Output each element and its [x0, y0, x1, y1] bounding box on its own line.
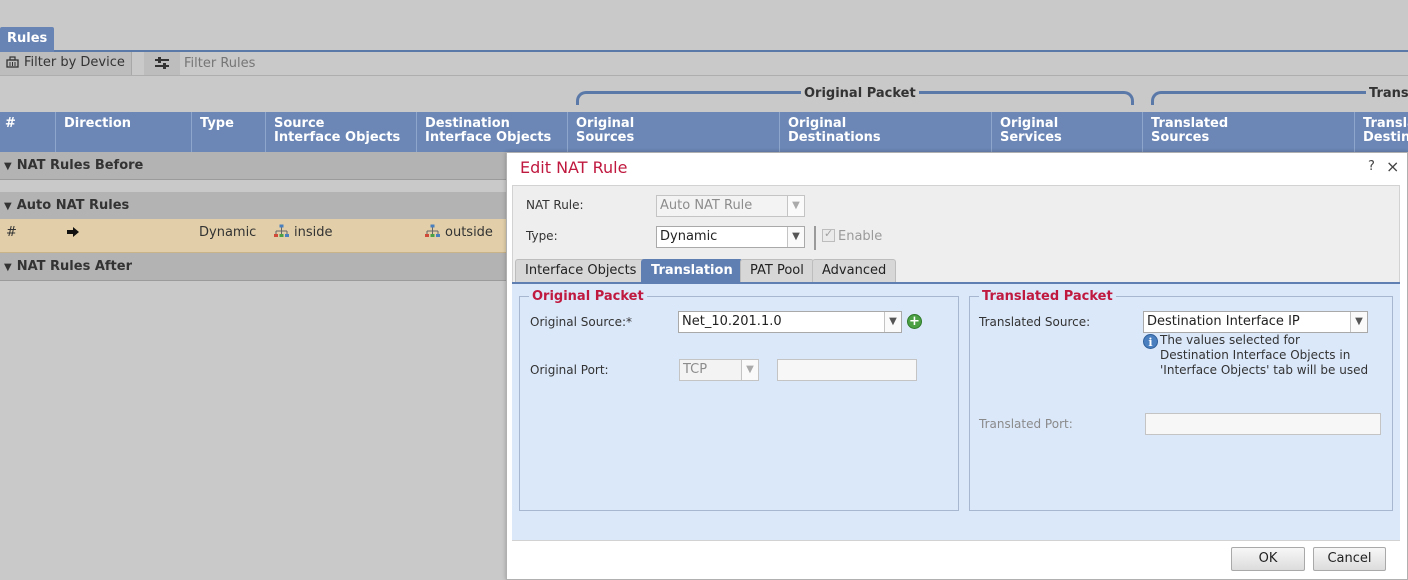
dialog-title: Edit NAT Rule	[520, 158, 628, 177]
enable-label: Enable	[838, 229, 883, 244]
network-object-icon	[274, 224, 289, 237]
caret-down-icon: ▼	[4, 201, 12, 212]
row-destination-interface: outside	[425, 219, 493, 253]
chevron-down-icon: ▼	[741, 360, 758, 380]
row-destination-interface-label: outside	[445, 225, 493, 240]
chevron-down-icon: ▼	[1350, 312, 1367, 332]
device-icon	[6, 56, 19, 68]
nat-rule-select: Auto NAT Rule ▼	[656, 195, 805, 217]
translated-port-input	[1145, 413, 1381, 435]
filter-by-device-label: Filter by Device	[24, 55, 125, 70]
column-header-number[interactable]: #	[0, 112, 56, 152]
nat-rule-label: NAT Rule:	[526, 198, 584, 212]
type-select[interactable]: Dynamic ▼	[656, 226, 805, 248]
column-header-original-sources[interactable]: Original Sources	[568, 112, 780, 152]
row-source-interface-label: inside	[294, 225, 333, 240]
original-port-input	[777, 359, 917, 381]
filter-by-device-button[interactable]: Filter by Device	[0, 52, 132, 75]
tab-pat-pool[interactable]: PAT Pool	[740, 259, 814, 283]
section-label: Auto NAT Rules	[16, 198, 130, 213]
chevron-down-icon: ▼	[787, 227, 804, 247]
original-port-label: Original Port:	[530, 363, 609, 377]
original-source-value: Net_10.201.1.0	[682, 314, 782, 329]
help-icon[interactable]: ?	[1368, 159, 1375, 174]
section-label: NAT Rules After	[16, 259, 132, 274]
filter-options-button[interactable]	[144, 52, 180, 75]
chevron-down-icon: ▼	[787, 196, 804, 216]
separator	[814, 226, 816, 250]
nat-rule-value: Auto NAT Rule	[660, 198, 753, 213]
type-value: Dynamic	[660, 229, 718, 244]
row-type: Dynamic	[199, 225, 257, 240]
original-port-protocol-select: TCP ▼	[679, 359, 759, 381]
column-header-destination-interface[interactable]: Destination Interface Objects	[417, 112, 568, 152]
translated-source-value: Destination Interface IP	[1147, 314, 1300, 329]
original-packet-group-label: Original Packet	[801, 86, 919, 101]
add-object-icon[interactable]: +	[907, 314, 922, 329]
column-header-type[interactable]: Type	[192, 112, 266, 152]
tab-translation[interactable]: Translation	[641, 259, 743, 283]
caret-down-icon: ▼	[4, 262, 12, 273]
column-header-direction[interactable]: Direction	[56, 112, 192, 152]
row-number: #	[6, 225, 17, 240]
original-source-label: Original Source:*	[530, 315, 633, 329]
caret-down-icon: ▼	[4, 161, 12, 172]
translated-port-label: Translated Port:	[979, 417, 1073, 431]
arrow-right-icon	[66, 219, 80, 253]
info-icon: i	[1143, 334, 1158, 349]
column-header-original-services[interactable]: Original Services	[992, 112, 1143, 152]
type-label: Type:	[526, 229, 558, 243]
translated-source-select[interactable]: Destination Interface IP ▼	[1143, 311, 1368, 333]
chevron-down-icon: ▼	[884, 312, 901, 332]
tab-rules[interactable]: Rules	[0, 27, 55, 52]
ok-button[interactable]: OK	[1231, 547, 1305, 571]
section-label: NAT Rules Before	[16, 158, 144, 173]
column-header-original-destinations[interactable]: Original Destinations	[780, 112, 992, 152]
column-header-source-interface[interactable]: Source Interface Objects	[266, 112, 417, 152]
translated-source-info: The values selected for Destination Inte…	[1160, 333, 1369, 377]
tab-interface-objects[interactable]: Interface Objects	[515, 259, 647, 283]
translated-source-label: Translated Source:	[979, 315, 1091, 329]
original-source-select[interactable]: Net_10.201.1.0 ▼	[678, 311, 902, 333]
filter-rules-input[interactable]	[184, 52, 784, 75]
row-source-interface: inside	[274, 219, 333, 253]
tab-advanced[interactable]: Advanced	[812, 259, 897, 283]
checkbox-checked-icon	[822, 227, 835, 242]
column-header-translated-sources[interactable]: Translated Sources	[1143, 112, 1355, 152]
original-port-protocol-value: TCP	[683, 362, 708, 377]
tab-strip	[0, 0, 1408, 52]
translated-packet-group-label: Trans	[1366, 86, 1408, 101]
translated-packet-legend: Translated Packet	[979, 289, 1116, 304]
close-icon[interactable]: ×	[1386, 157, 1399, 176]
original-packet-legend: Original Packet	[529, 289, 647, 304]
sliders-icon	[155, 57, 169, 69]
column-header-translated-destinations[interactable]: Transla Destin	[1355, 112, 1408, 152]
enable-checkbox: Enable	[822, 227, 883, 244]
network-object-icon	[425, 224, 440, 237]
cancel-button[interactable]: Cancel	[1313, 547, 1386, 571]
